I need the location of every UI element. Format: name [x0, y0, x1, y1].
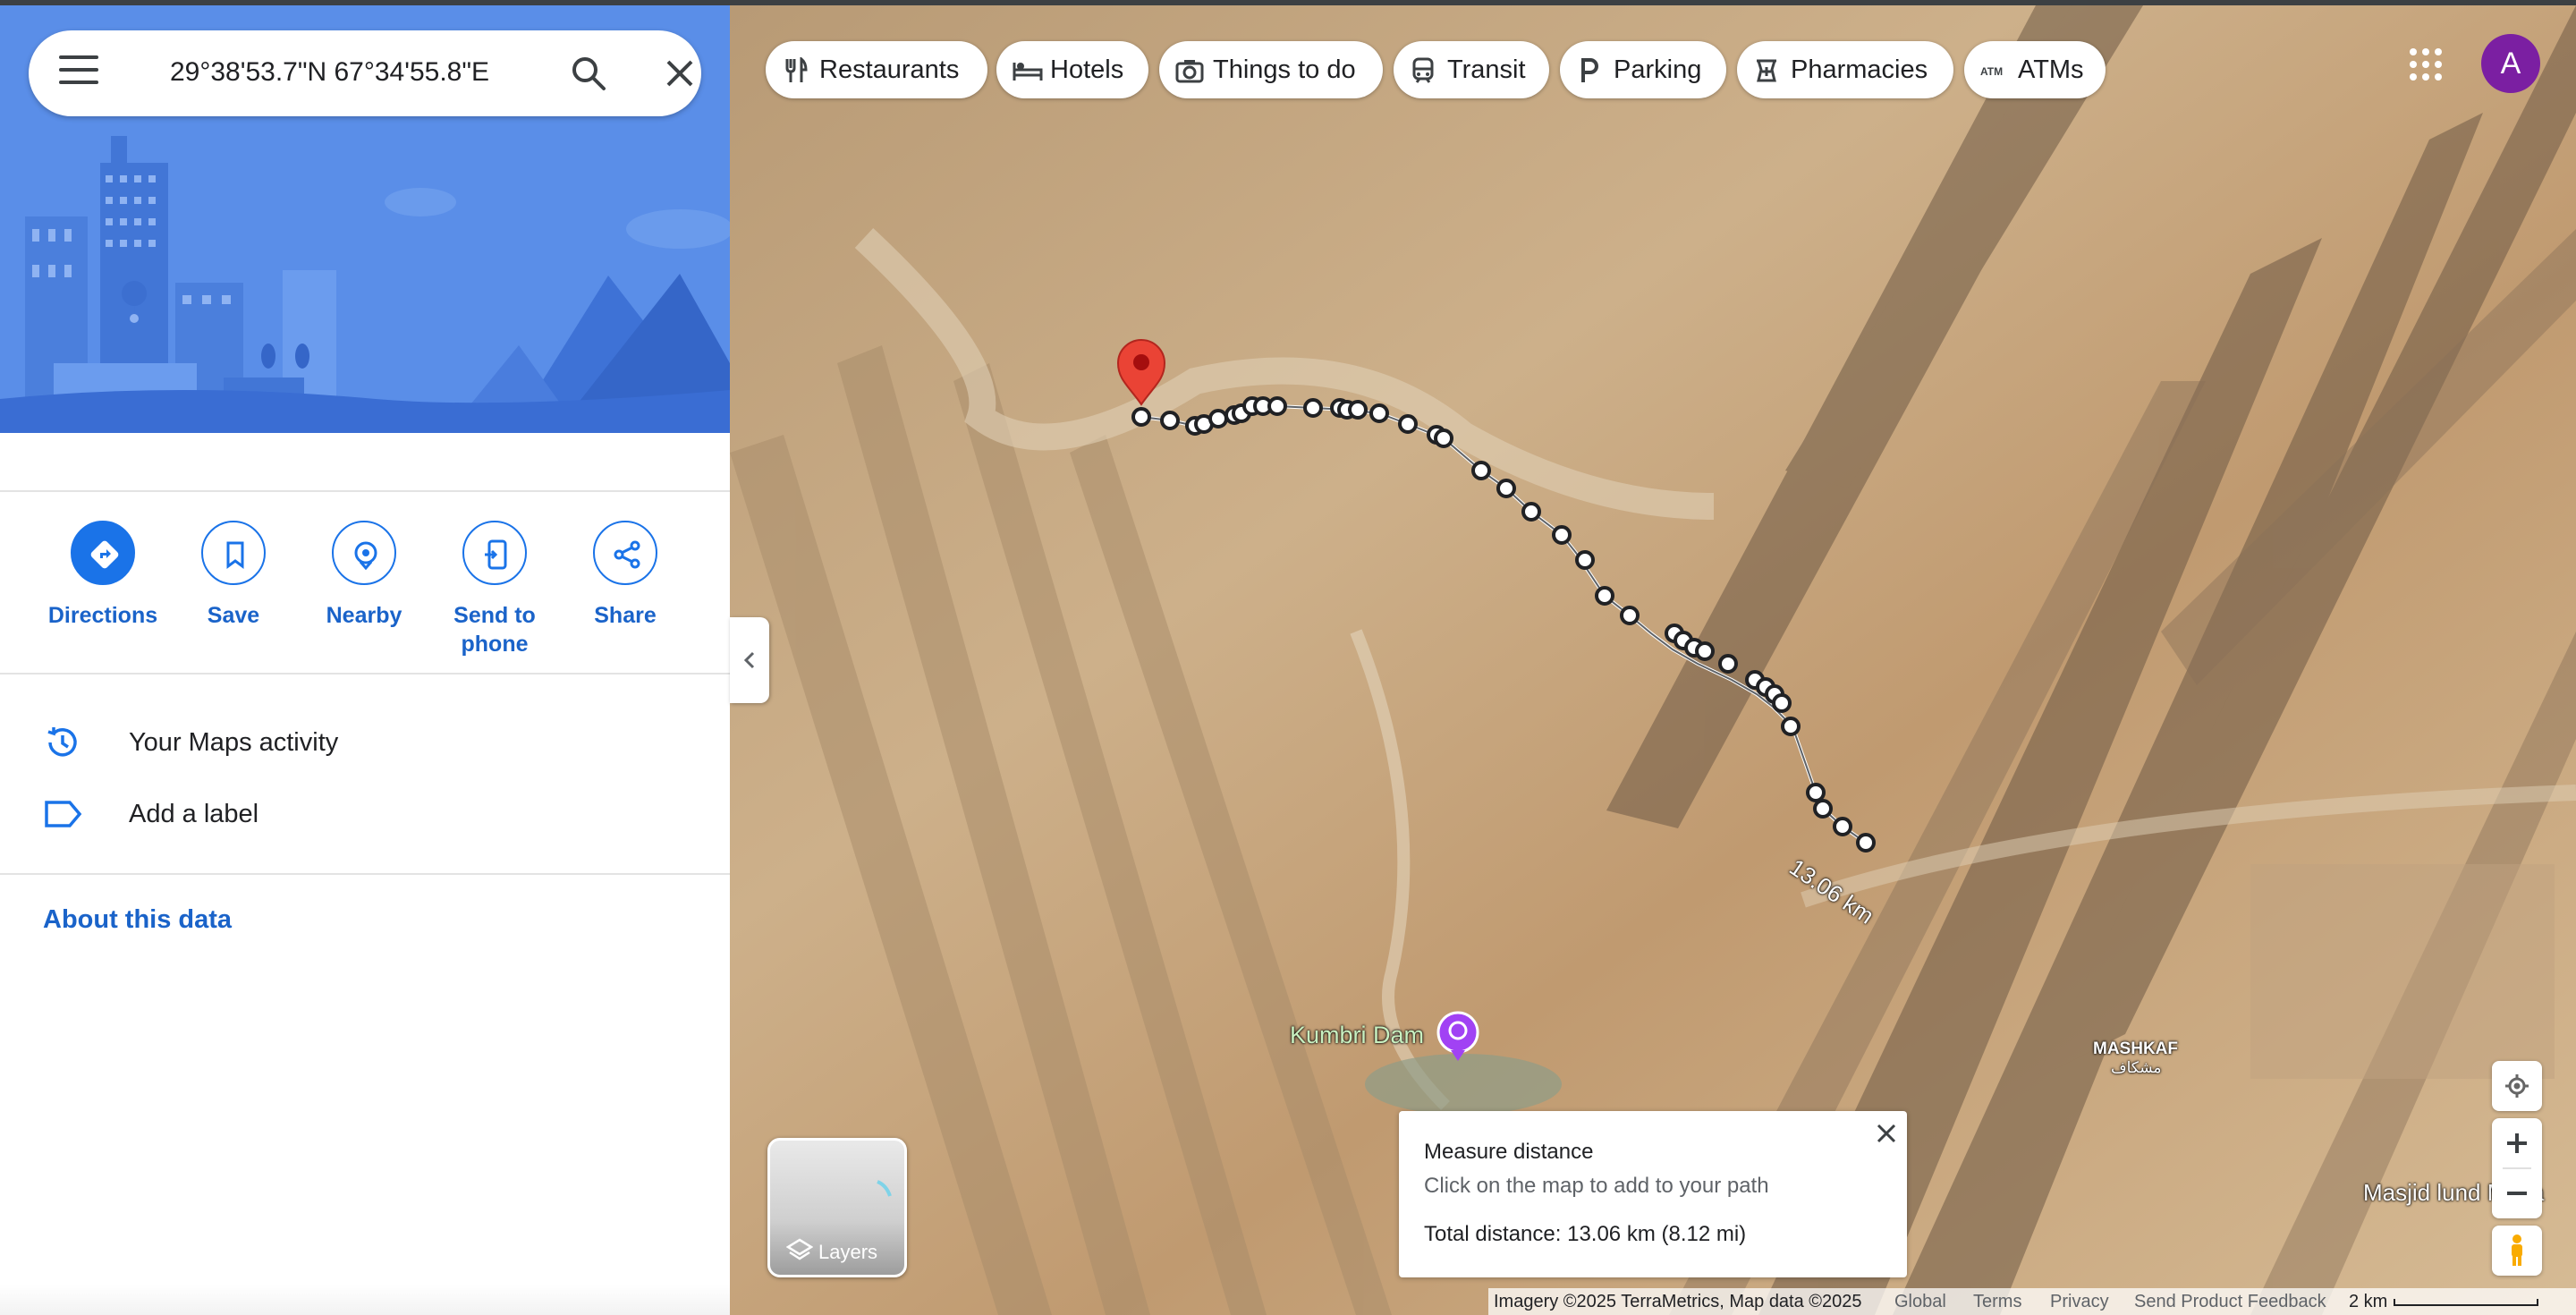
plus-icon [2507, 1133, 2527, 1153]
share-label: Share [594, 603, 657, 628]
svg-text:ATM: ATM [1980, 65, 2003, 78]
nearby-icon [332, 521, 396, 585]
chip-things-to-do-label: Things to do [1213, 55, 1356, 84]
search-query[interactable]: 29°38'53.7"N 67°34'55.8"E [170, 57, 546, 88]
zoom-in-button[interactable] [2492, 1118, 2542, 1168]
mashkaf-local-label: مشكاف [2111, 1059, 2162, 1076]
about-this-data-link[interactable]: About this data [43, 905, 232, 935]
chip-restaurants[interactable]: Restaurants [766, 41, 987, 98]
send-to-phone-label: Send to phone [453, 603, 536, 657]
mashkaf-label: MASHKAF [2093, 1039, 2178, 1058]
measure-total: Total distance: 13.06 km (8.12 mi) [1424, 1222, 1747, 1246]
minus-icon [2507, 1192, 2527, 1195]
chip-transit[interactable]: Transit [1394, 41, 1549, 98]
atm-icon: ATM [1980, 65, 2003, 78]
pegman-icon [2512, 1234, 2522, 1266]
place-hero-illustration: 29°38'53.7"N 67°34'55.8"E [0, 5, 730, 433]
divider [0, 490, 730, 492]
bed-icon [1013, 63, 1043, 81]
layers-icon [786, 1238, 813, 1260]
google-apps-icon[interactable] [2406, 45, 2445, 84]
nearby-button[interactable]: Nearby [299, 521, 429, 630]
directions-label: Directions [47, 603, 158, 628]
chip-parking[interactable]: Parking [1560, 41, 1726, 98]
chip-atms-label: ATMs [2018, 55, 2084, 84]
bookmark-icon [201, 521, 266, 585]
chip-atms[interactable]: ATM ATMs [1964, 41, 2106, 98]
parking-icon [1581, 58, 1598, 82]
train-icon [1412, 57, 1434, 83]
send-feedback-link[interactable]: Send Product Feedback [2134, 1292, 2326, 1312]
zoom-out-button[interactable] [2492, 1168, 2542, 1218]
account-avatar[interactable]: A [2481, 34, 2540, 93]
fork-knife-icon [785, 57, 808, 82]
save-button[interactable]: Save [168, 521, 299, 630]
measure-title: Measure distance [1424, 1140, 1594, 1164]
maps-activity-row[interactable]: Your Maps activity [0, 708, 730, 776]
chip-restaurants-label: Restaurants [819, 55, 960, 84]
chip-hotels-label: Hotels [1050, 55, 1124, 84]
label-icon [43, 796, 82, 832]
share-icon [593, 521, 657, 585]
phone-icon [462, 521, 527, 585]
directions-icon [71, 521, 135, 585]
history-icon [43, 725, 82, 760]
scale-bar [2394, 1299, 2538, 1306]
global-link[interactable]: Global [1894, 1292, 1946, 1312]
save-label: Save [207, 603, 260, 628]
layers-button[interactable]: Layers [767, 1138, 907, 1277]
measure-hint: Click on the map to add to your path [1424, 1174, 1769, 1198]
close-icon[interactable] [660, 54, 699, 93]
menu-icon[interactable] [59, 55, 98, 91]
crosshair-icon [2505, 1074, 2529, 1098]
add-label-row[interactable]: Add a label [0, 780, 730, 848]
chevron-left-icon [743, 651, 755, 669]
chip-pharmacies[interactable]: Pharmacies [1737, 41, 1953, 98]
scale-label[interactable]: 2 km [2349, 1292, 2387, 1312]
terms-link[interactable]: Terms [1973, 1292, 2021, 1312]
add-label-text: Add a label [129, 800, 259, 828]
divider [0, 873, 730, 875]
measure-distance-card: Measure distance Click on the map to add… [1399, 1111, 1907, 1277]
search-box[interactable]: 29°38'53.7"N 67°34'55.8"E [29, 30, 701, 116]
zoom-controls [2492, 1118, 2542, 1218]
chip-hotels[interactable]: Hotels [996, 41, 1148, 98]
share-button[interactable]: Share [560, 521, 691, 630]
search-icon[interactable] [569, 54, 608, 93]
chip-things-to-do[interactable]: Things to do [1159, 41, 1383, 98]
side-panel: 29°38'53.7"N 67°34'55.8"E Directions Sav… [0, 5, 730, 1315]
nearby-label: Nearby [326, 603, 402, 628]
chip-pharmacies-label: Pharmacies [1791, 55, 1928, 84]
chip-parking-label: Parking [1614, 55, 1702, 84]
imagery-attribution: Imagery ©2025 TerraMetrics, Map data ©20… [1494, 1292, 1862, 1311]
street-view-pegman-button[interactable] [2492, 1226, 2542, 1276]
send-to-phone-button[interactable]: Send to phone [429, 521, 560, 658]
directions-button[interactable]: Directions [38, 521, 168, 630]
panel-bottom-fade [0, 1285, 730, 1315]
pharmacy-icon [1757, 59, 1776, 82]
my-location-button[interactable] [2492, 1061, 2542, 1111]
privacy-link[interactable]: Privacy [2050, 1292, 2109, 1312]
camera-icon [1175, 60, 1204, 83]
kumbri-dam-label[interactable]: Kumbri Dam [1290, 1022, 1424, 1049]
layers-preview [877, 1180, 892, 1197]
collapse-panel-button[interactable] [730, 617, 769, 703]
action-buttons: Directions Save Nearby Send to phone Sha… [0, 521, 730, 673]
layers-label: Layers [818, 1241, 878, 1263]
maps-activity-label: Your Maps activity [129, 728, 339, 757]
chip-transit-label: Transit [1447, 55, 1526, 84]
divider [0, 673, 730, 674]
close-icon[interactable] [1873, 1120, 1900, 1147]
